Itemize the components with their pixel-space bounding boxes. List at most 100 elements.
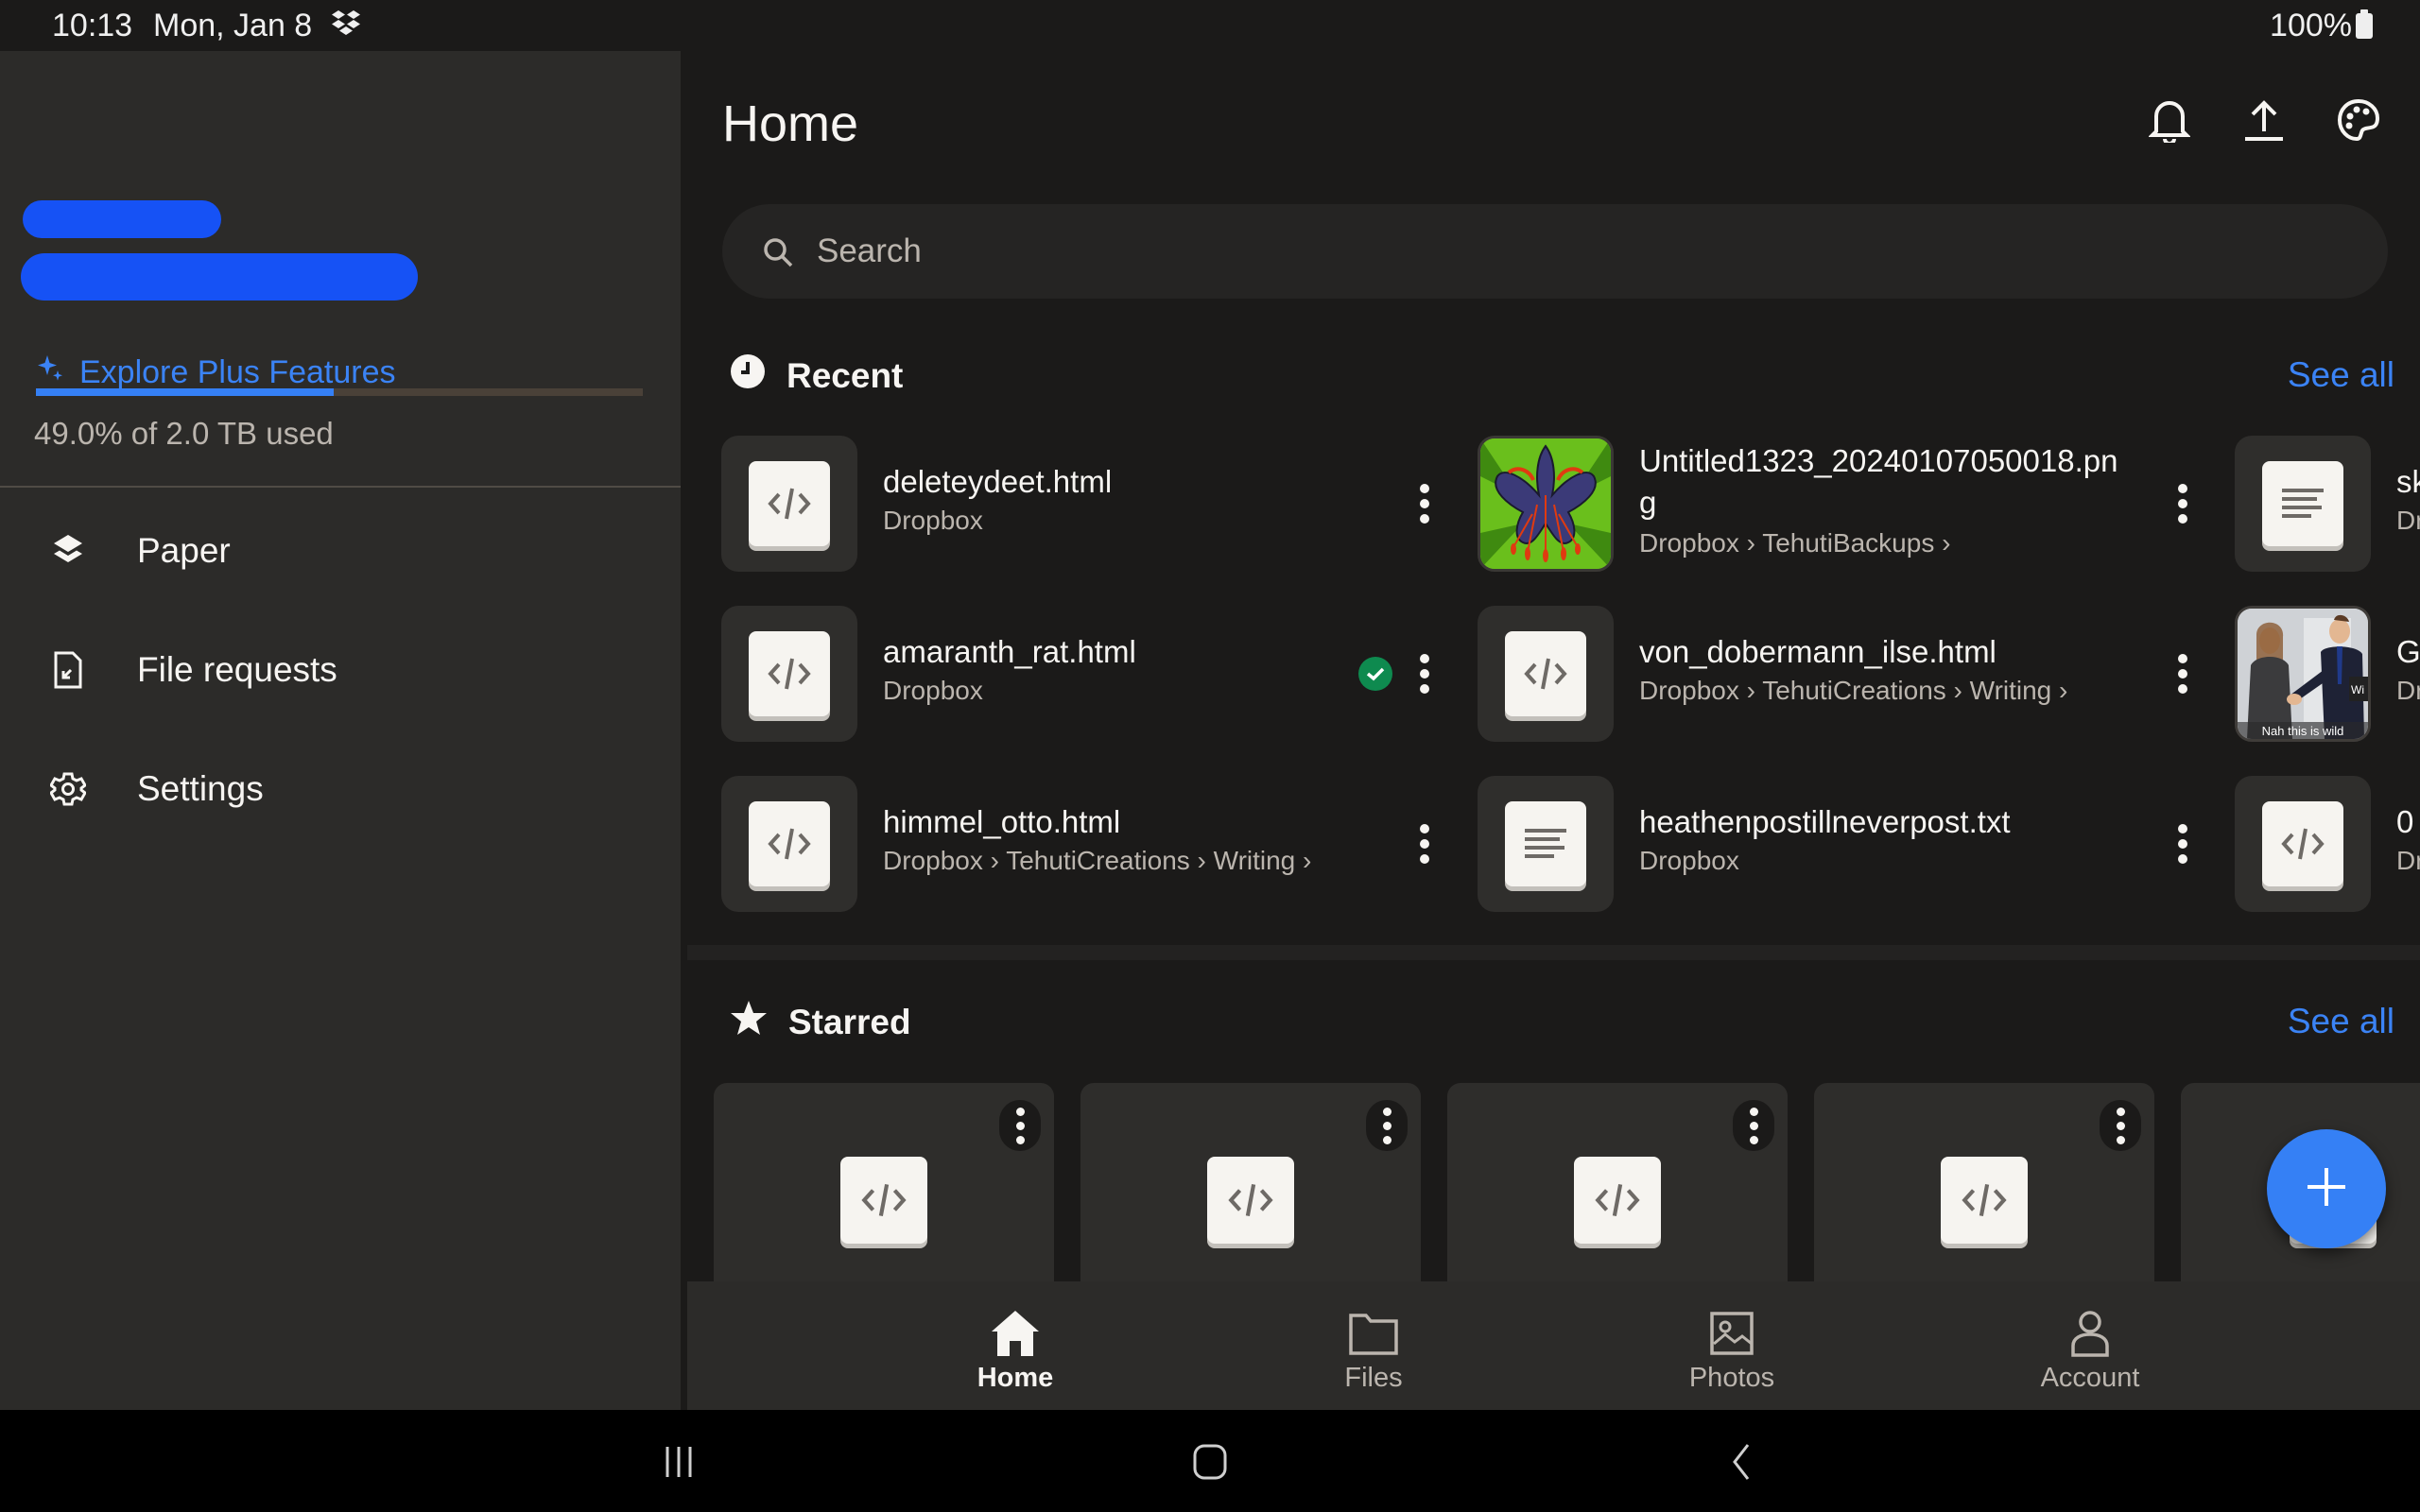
tab-account[interactable]: Account xyxy=(1986,1281,2194,1410)
clock-icon xyxy=(730,353,766,398)
file-thumbnail xyxy=(1478,776,1614,912)
file-path: Dr xyxy=(2396,506,2420,535)
file-thumbnail xyxy=(721,606,857,742)
html-file-icon xyxy=(1574,1157,1661,1244)
recent-file-item[interactable]: von_dobermann_ilse.html Dropbox › Tehuti… xyxy=(1478,606,2215,742)
palette-icon[interactable] xyxy=(2335,96,2382,144)
gear-icon xyxy=(49,770,87,808)
recents-icon[interactable] xyxy=(650,1438,707,1486)
file-thumbnail xyxy=(721,776,857,912)
more-options-button[interactable] xyxy=(2169,645,2197,702)
file-name-continued: g xyxy=(1639,485,1657,520)
battery-indicator: 100% xyxy=(2270,8,2373,44)
photos-icon xyxy=(1710,1308,1754,1359)
more-options-button[interactable] xyxy=(1733,1100,1774,1151)
file-path: Dropbox › TehutiCreations › Writing › xyxy=(1639,676,2068,705)
home-circle-icon[interactable] xyxy=(1182,1438,1238,1486)
star-icon xyxy=(730,1000,768,1044)
sidebar-divider xyxy=(0,486,681,488)
redacted-account-name xyxy=(23,200,221,238)
html-file-icon xyxy=(749,801,830,886)
file-name: G xyxy=(2396,634,2420,669)
recent-file-item[interactable]: himmel_otto.html Dropbox › TehutiCreatio… xyxy=(721,776,1459,912)
tab-photos[interactable]: Photos xyxy=(1628,1281,1836,1410)
text-file-icon xyxy=(1505,801,1586,886)
recent-file-item[interactable]: Wi Nah this is wild G Dr xyxy=(2235,606,2420,742)
recent-file-item[interactable]: 0 Dr xyxy=(2235,776,2420,912)
file-thumbnail xyxy=(2235,776,2371,912)
html-file-icon xyxy=(2262,801,2343,886)
more-options-button[interactable] xyxy=(1366,1100,1408,1151)
more-options-button[interactable] xyxy=(999,1100,1041,1151)
html-file-icon xyxy=(1505,631,1586,716)
meme-caption: Nah this is wild xyxy=(2262,724,2344,738)
home-icon xyxy=(990,1308,1041,1359)
more-options-button[interactable] xyxy=(2169,475,2197,532)
recent-file-item[interactable]: Untitled1323_20240107050018.pn g Dropbox… xyxy=(1478,436,2215,572)
more-options-button[interactable] xyxy=(1410,475,1439,532)
html-file-icon xyxy=(1207,1157,1294,1244)
header-actions xyxy=(2146,96,2382,144)
explore-plus-label: Explore Plus Features xyxy=(79,354,396,390)
tab-home[interactable]: Home xyxy=(911,1281,1119,1410)
file-path: Dropbox xyxy=(883,676,983,705)
plus-icon xyxy=(2304,1164,2349,1214)
system-navigation-bar xyxy=(0,1410,2420,1512)
storage-usage-fill xyxy=(36,388,334,396)
tab-label: Files xyxy=(1344,1363,1403,1393)
file-path: Dr xyxy=(2396,676,2420,705)
tab-label: Photos xyxy=(1688,1363,1775,1393)
more-options-button[interactable] xyxy=(1410,816,1439,872)
add-fab-button[interactable] xyxy=(2267,1129,2386,1248)
file-name: amaranth_rat.html xyxy=(883,634,1136,669)
explore-plus-link[interactable]: Explore Plus Features xyxy=(38,353,396,392)
section-divider xyxy=(687,945,2420,960)
recent-see-all-link[interactable]: See all xyxy=(2288,355,2394,395)
file-path: Dr xyxy=(2396,846,2420,875)
recent-file-item[interactable]: amaranth_rat.html Dropbox xyxy=(721,606,1459,742)
starred-see-all-link[interactable]: See all xyxy=(2288,1002,2394,1041)
recent-header: Recent xyxy=(730,353,903,398)
sidebar-item-label: File requests xyxy=(137,650,337,689)
more-options-button[interactable] xyxy=(2169,816,2197,872)
recent-title: Recent xyxy=(786,355,904,395)
synced-check-icon xyxy=(1358,657,1392,691)
svg-text:Wi: Wi xyxy=(2351,683,2364,696)
text-file-icon xyxy=(2262,461,2343,546)
folder-icon xyxy=(1349,1308,1398,1359)
upload-icon[interactable] xyxy=(2240,96,2288,144)
file-path: Dropbox xyxy=(1639,846,1739,875)
sidebar-item-label: Paper xyxy=(137,531,231,570)
more-options-button[interactable] xyxy=(2100,1100,2141,1151)
tab-files[interactable]: Files xyxy=(1270,1281,1478,1410)
more-options-button[interactable] xyxy=(1410,645,1439,702)
recent-file-item[interactable]: heathenpostillneverpost.txt Dropbox xyxy=(1478,776,2215,912)
starred-header: Starred xyxy=(730,1000,911,1044)
file-thumbnail xyxy=(1478,606,1614,742)
file-thumbnail xyxy=(2235,436,2371,572)
search-input[interactable] xyxy=(817,204,2329,299)
redacted-account-email xyxy=(21,253,418,301)
file-name: heathenpostillneverpost.txt xyxy=(1639,804,2011,839)
paper-icon xyxy=(49,532,87,570)
sidebar-item-file-requests[interactable]: File requests xyxy=(0,618,681,722)
account-icon xyxy=(2069,1308,2111,1359)
file-path: Dropbox › TehutiBackups › xyxy=(1639,528,1951,558)
file-name: sk xyxy=(2396,464,2420,499)
image-thumbnail-meme: Wi Nah this is wild xyxy=(2235,606,2371,742)
file-name: von_dobermann_ilse.html xyxy=(1639,634,1996,669)
recent-file-item[interactable]: sk Dr xyxy=(2235,436,2420,572)
sidebar-item-settings[interactable]: Settings xyxy=(0,737,681,841)
file-name: 0 xyxy=(2396,804,2414,839)
tab-label: Home xyxy=(977,1363,1054,1393)
tab-label: Account xyxy=(2040,1363,2140,1393)
sidebar-item-paper[interactable]: Paper xyxy=(0,499,681,603)
storage-usage-text: 49.0% of 2.0 TB used xyxy=(34,416,334,451)
storage-usage-bar xyxy=(36,388,643,396)
battery-icon xyxy=(2356,9,2373,39)
starred-title: Starred xyxy=(788,1002,911,1041)
back-icon[interactable] xyxy=(1713,1438,1770,1486)
search-bar[interactable] xyxy=(722,204,2388,299)
recent-file-item[interactable]: deleteydeet.html Dropbox xyxy=(721,436,1459,572)
bell-icon[interactable] xyxy=(2146,96,2193,144)
